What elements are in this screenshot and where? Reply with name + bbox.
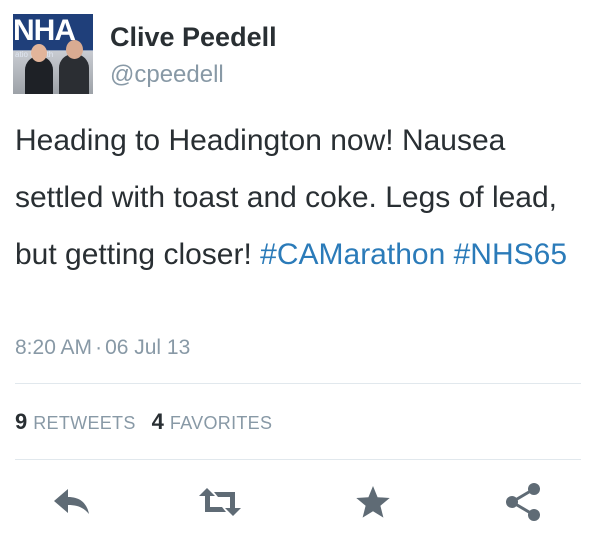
avatar-person-right [59, 54, 89, 94]
action-bar [0, 470, 598, 530]
retweets-count: 9 [15, 409, 28, 434]
avatar[interactable]: NHA atio Health [13, 14, 93, 94]
favorites-stat[interactable]: 4 FAVORITES [152, 409, 273, 435]
display-name[interactable]: Clive Peedell [110, 20, 277, 54]
timestamp[interactable]: 8:20 AM · 06 Jul 13 [15, 336, 190, 360]
retweets-label: RETWEETS [33, 413, 136, 433]
share-button[interactable] [501, 480, 545, 524]
favorites-count: 4 [151, 409, 164, 434]
timestamp-time: 8:20 AM [15, 336, 93, 359]
avatar-head-right [66, 40, 83, 59]
retweets-stat[interactable]: 9 RETWEETS [15, 409, 136, 435]
screen-name[interactable]: @cpeedell [110, 60, 277, 90]
reply-icon [54, 489, 89, 514]
tweet-header: NHA atio Health Clive Peedell @cpeedell [13, 14, 277, 96]
divider-top [15, 383, 581, 384]
timestamp-separator: · [95, 336, 103, 359]
share-icon [506, 483, 540, 521]
reply-button[interactable] [50, 480, 94, 524]
avatar-head-left [31, 44, 47, 62]
star-icon [356, 486, 390, 518]
author-names: Clive Peedell @cpeedell [110, 14, 277, 90]
tweet-stats: 9 RETWEETS 4 FAVORITES [15, 409, 288, 435]
favorites-label: FAVORITES [169, 413, 273, 433]
favorite-button[interactable] [351, 480, 395, 524]
hashtag-camarathon[interactable]: #CAMarathon [260, 238, 445, 271]
hashtag-nhs65[interactable]: #NHS65 [454, 238, 567, 271]
retweet-button[interactable] [198, 480, 242, 524]
retweet-icon [199, 488, 241, 516]
tweet-text-space [445, 238, 453, 271]
divider-bottom [15, 459, 581, 460]
tweet-text: Heading to Headington now! Nausea settle… [15, 112, 585, 283]
timestamp-date: 06 Jul 13 [105, 336, 191, 359]
